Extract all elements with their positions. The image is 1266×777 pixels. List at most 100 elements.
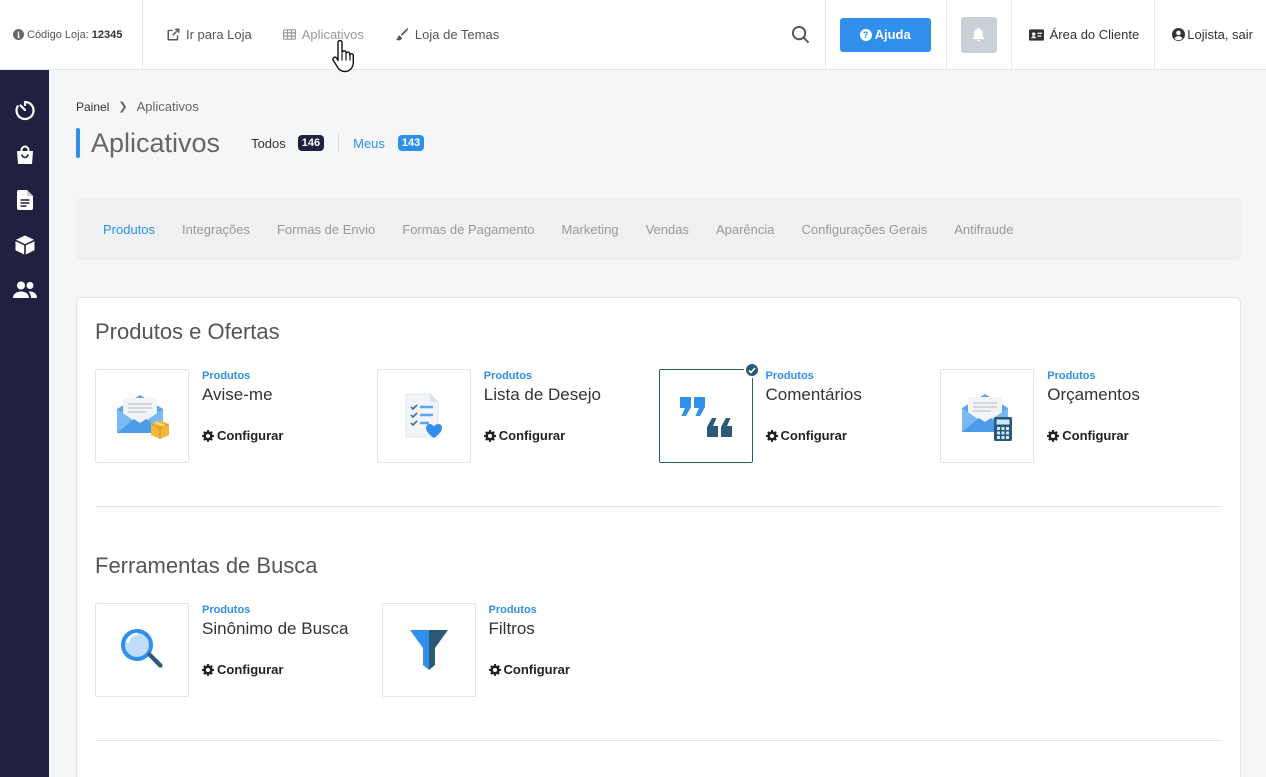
sidebar <box>0 70 49 777</box>
app-thumbnail[interactable] <box>95 603 189 697</box>
app-thumbnail-selected[interactable] <box>658 362 760 463</box>
notifications-button[interactable] <box>960 16 997 53</box>
client-area-link[interactable]: Área do Cliente <box>1012 0 1156 70</box>
tab-antifraude[interactable]: Antifraude <box>954 222 1013 237</box>
category-tabs: Produtos Integrações Formas de Envio For… <box>76 198 1241 260</box>
sidebar-item-reports[interactable] <box>0 177 49 222</box>
tab-aparencia[interactable]: Aparência <box>716 222 775 237</box>
help-wrap: ? Ajuda <box>839 0 947 70</box>
help-button[interactable]: ? Ajuda <box>839 17 931 52</box>
tab-mine[interactable]: Meus 143 <box>353 135 425 151</box>
nav-go-to-store[interactable]: Ir para Loja <box>167 27 252 42</box>
nav-theme-store[interactable]: Loja de Temas <box>395 27 499 42</box>
brush-icon <box>395 28 408 41</box>
section-divider <box>95 506 1222 507</box>
section-title: Ferramentas de Busca <box>95 553 318 578</box>
gear-icon <box>488 663 501 676</box>
bell-icon <box>972 27 985 42</box>
box-icon <box>15 235 34 254</box>
info-icon: i <box>13 29 24 40</box>
mine-count-badge: 143 <box>397 135 425 151</box>
tab-produtos[interactable]: Produtos <box>103 222 155 237</box>
app-info: Produtos Comentários Configurar <box>753 369 862 463</box>
id-card-icon <box>1028 28 1044 41</box>
tab-configuracoes-gerais[interactable]: Configurações Gerais <box>801 222 927 237</box>
user-circle-icon <box>1172 28 1186 41</box>
breadcrumb-current: Aplicativos <box>136 99 199 114</box>
search-icon <box>791 25 809 44</box>
configure-button[interactable]: Configurar <box>202 428 283 443</box>
question-icon: ? <box>859 28 872 41</box>
chevron-right-icon: ❯ <box>118 101 128 113</box>
notifications-wrap <box>947 0 1012 70</box>
tab-all[interactable]: Todos 146 <box>251 135 325 151</box>
breadcrumb: Painel ❯ Aplicativos <box>76 99 1241 114</box>
configure-button[interactable]: Configurar <box>488 662 570 677</box>
envelope-box-icon <box>117 395 170 439</box>
wishlist-icon <box>405 393 442 438</box>
app-category: Produtos <box>1047 370 1096 382</box>
users-icon <box>12 281 37 298</box>
external-link-icon <box>167 28 180 41</box>
app-thumbnail[interactable] <box>940 369 1035 463</box>
app-info: Produtos Sinônimo de Busca Configurar <box>189 603 348 697</box>
app-card: Produtos Filtros Configurar <box>381 603 669 697</box>
configure-button[interactable]: Configurar <box>765 428 862 443</box>
app-card: Produtos Avise-me Configurar <box>95 369 377 463</box>
app-thumbnail[interactable] <box>381 603 476 697</box>
grid-icon <box>282 29 296 40</box>
tab-integracoes[interactable]: Integrações <box>182 222 250 237</box>
app-name: Comentários <box>765 385 862 404</box>
main-content: Painel ❯ Aplicativos Aplicativos Todos 1… <box>76 70 1241 777</box>
section-divider <box>95 740 1222 741</box>
logout-link[interactable]: Lojista, sair <box>1155 0 1266 70</box>
magnifier-icon <box>121 629 163 668</box>
hand-pointer-icon <box>332 40 354 73</box>
stopwatch-icon <box>14 100 35 120</box>
configure-button[interactable]: Configurar <box>1047 428 1140 443</box>
page-title: Aplicativos <box>91 127 221 158</box>
tab-formas-de-envio[interactable]: Formas de Envio <box>277 222 375 237</box>
app-category: Produtos <box>202 604 251 616</box>
section-title: Produtos e Ofertas <box>95 319 280 344</box>
app-info: Produtos Filtros Configurar <box>476 603 570 697</box>
app-list: Produtos Sinônimo de Busca Configurar Pr… <box>95 603 1222 697</box>
app-name: Orçamentos <box>1047 385 1140 404</box>
sidebar-item-products[interactable] <box>0 222 49 267</box>
apps-panel: Produtos e Ofertas Produtos Avise-me Con… <box>76 297 1241 777</box>
title-accent-bar <box>76 128 80 158</box>
search-button[interactable] <box>776 0 826 70</box>
all-count-badge: 146 <box>297 135 325 151</box>
configure-button[interactable]: Configurar <box>483 428 601 443</box>
breadcrumb-root[interactable]: Painel <box>76 100 109 114</box>
document-icon <box>16 189 33 210</box>
top-bar: i Código Loja: 12345 Ir para Loja Aplica… <box>0 0 1266 70</box>
gear-icon <box>483 429 496 442</box>
store-code-value: 12345 <box>91 28 123 41</box>
app-card: Produtos Sinônimo de Busca Configurar <box>95 603 382 697</box>
app-category: Produtos <box>483 370 533 382</box>
app-category: Produtos <box>488 604 537 616</box>
app-card: Produtos Lista de Desejo Configurar <box>376 369 659 463</box>
tab-marketing[interactable]: Marketing <box>561 222 618 237</box>
app-thumbnail[interactable] <box>376 369 471 463</box>
sidebar-item-orders[interactable] <box>0 132 49 177</box>
configure-button[interactable]: Configurar <box>202 662 348 677</box>
app-category: Produtos <box>202 370 251 382</box>
tab-vendas[interactable]: Vendas <box>646 222 689 237</box>
app-list: Produtos Avise-me Configurar Produtos Li… <box>95 362 1222 463</box>
tab-formas-de-pagamento[interactable]: Formas de Pagamento <box>402 222 534 237</box>
app-name: Lista de Desejo <box>483 385 601 404</box>
sidebar-item-customers[interactable] <box>0 267 49 312</box>
top-right: ? Ajuda Área do Cliente Lojista, sair <box>776 0 1266 70</box>
app-card: Produtos Comentários Configurar <box>658 362 941 463</box>
gear-icon <box>1047 429 1060 442</box>
app-name: Sinônimo de Busca <box>202 619 349 638</box>
installed-check-icon <box>743 362 760 378</box>
quotes-icon <box>679 397 732 437</box>
sidebar-item-dashboard[interactable] <box>0 87 49 132</box>
app-thumbnail[interactable] <box>95 369 189 463</box>
app-card: Produtos Orçamentos Configurar <box>940 369 1222 463</box>
shopping-bag-icon <box>16 145 33 164</box>
app-info: Produtos Orçamentos Configurar <box>1034 369 1140 463</box>
